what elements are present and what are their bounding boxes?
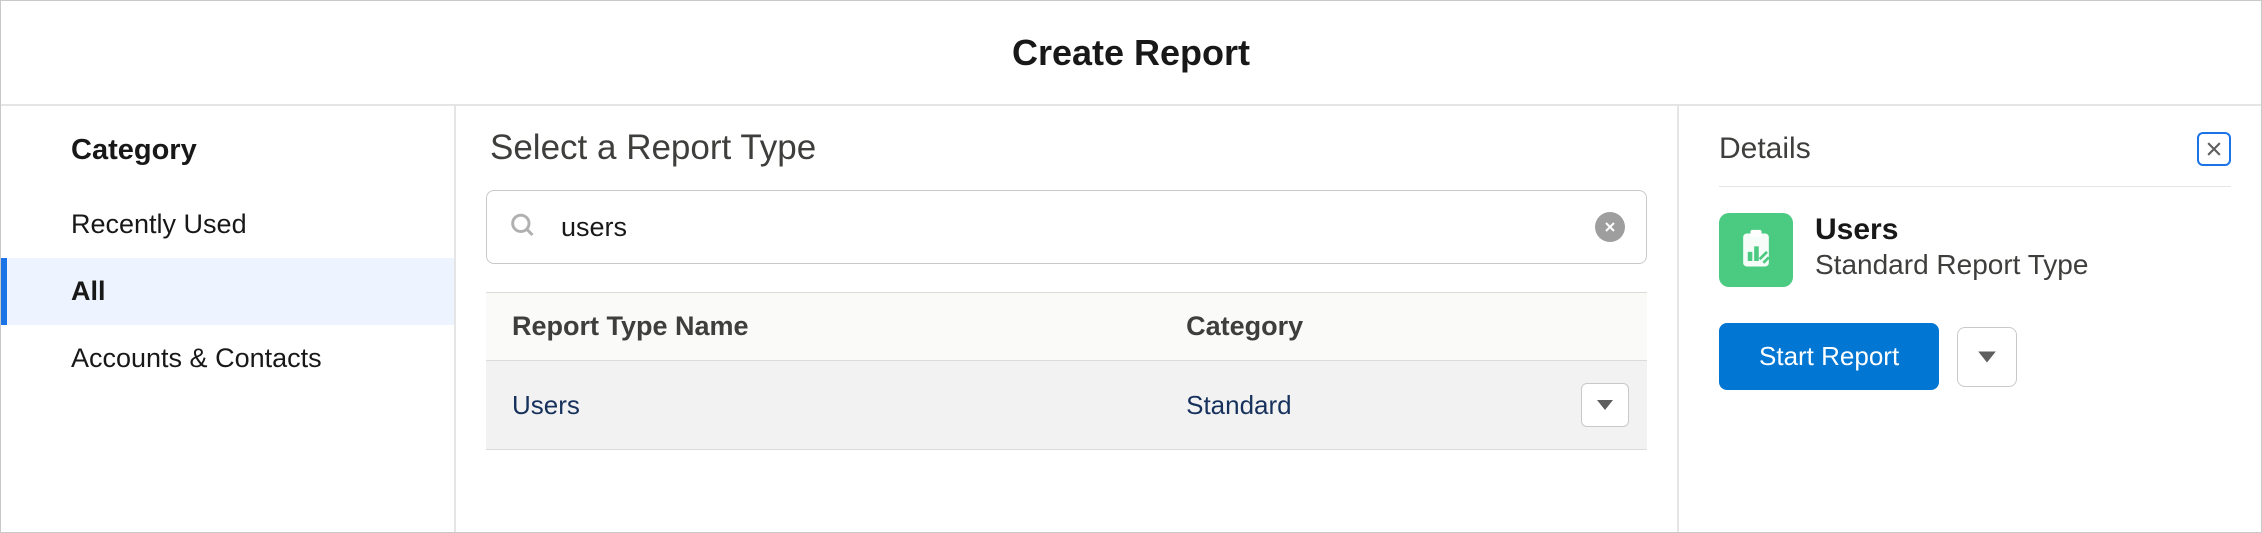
sidebar-item-accounts-contacts[interactable]: Accounts & Contacts xyxy=(1,325,454,392)
search-icon xyxy=(508,211,536,244)
panel-title: Select a Report Type xyxy=(486,128,1647,168)
caret-down-icon xyxy=(1976,349,1998,365)
modal-header: Create Report xyxy=(1,1,2261,106)
col-category[interactable]: Category xyxy=(1160,293,1555,361)
search-container xyxy=(486,190,1647,264)
sidebar-item-all[interactable]: All xyxy=(1,258,454,325)
details-panel: Details xyxy=(1679,106,2261,532)
details-actions: Start Report xyxy=(1719,323,2231,390)
selected-report-name: Users xyxy=(1815,213,2088,247)
modal-title: Create Report xyxy=(1012,32,1250,74)
report-type-table: Report Type Name Category Users Standard xyxy=(486,292,1647,450)
more-actions-button[interactable] xyxy=(1957,327,2017,387)
details-title: Details xyxy=(1719,132,1811,166)
selected-report-subtitle: Standard Report Type xyxy=(1815,249,2088,281)
col-actions xyxy=(1555,293,1647,361)
sidebar-item-recently-used[interactable]: Recently Used xyxy=(1,191,454,258)
modal-body: Category Recently Used All Accounts & Co… xyxy=(1,106,2261,532)
create-report-modal: Create Report Category Recently Used All… xyxy=(0,0,2262,533)
report-type-panel: Select a Report Type xyxy=(456,106,1679,532)
selected-report-type: Users Standard Report Type xyxy=(1719,213,2231,287)
close-icon xyxy=(2204,139,2224,159)
cell-category: Standard xyxy=(1160,361,1555,450)
col-report-type-name[interactable]: Report Type Name xyxy=(486,293,1160,361)
sidebar-heading: Category xyxy=(1,134,454,191)
category-sidebar: Category Recently Used All Accounts & Co… xyxy=(1,106,456,532)
row-actions-button[interactable] xyxy=(1581,383,1629,427)
caret-down-icon xyxy=(1595,398,1615,412)
cell-report-type-name: Users xyxy=(486,361,1160,450)
details-header: Details xyxy=(1719,132,2231,187)
search-input[interactable] xyxy=(486,190,1647,264)
table-row[interactable]: Users Standard xyxy=(486,361,1647,450)
clear-search-icon[interactable] xyxy=(1595,212,1625,242)
report-type-icon xyxy=(1719,213,1793,287)
close-details-button[interactable] xyxy=(2197,132,2231,166)
selected-report-text: Users Standard Report Type xyxy=(1815,213,2088,281)
cell-actions xyxy=(1555,361,1647,450)
start-report-button[interactable]: Start Report xyxy=(1719,323,1939,390)
